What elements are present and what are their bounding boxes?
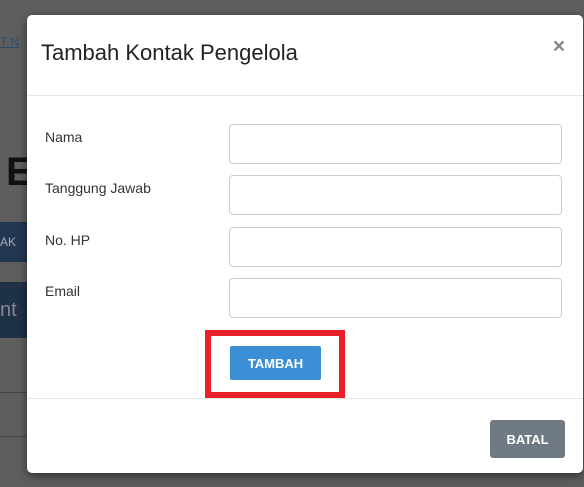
background-divider [0,392,28,393]
tambah-button[interactable]: TAMBAH [230,346,321,380]
nama-input[interactable] [229,124,562,164]
modal-header: Tambah Kontak Pengelola × [27,15,583,96]
form-row-no-hp: No. HP [45,227,565,267]
modal-footer: BATAL [27,398,583,473]
email-label: Email [45,283,81,299]
tanggung-jawab-input[interactable] [229,175,562,215]
background-link: T N [0,35,20,49]
no-hp-label: No. HP [45,232,91,248]
tanggung-jawab-label: Tanggung Jawab [45,180,151,196]
background-button: AK [0,222,28,262]
add-contact-modal: Tambah Kontak Pengelola × Nama Tanggung … [27,15,583,473]
no-hp-input[interactable] [229,227,562,267]
form-row-email: Email [45,278,565,318]
nama-label: Nama [45,129,83,145]
background-heading: E [6,150,28,194]
form-row-tanggung-jawab: Tanggung Jawab [45,175,565,215]
background-divider [0,436,28,437]
background-panel: nt [0,282,28,338]
email-input[interactable] [229,278,562,318]
close-icon[interactable]: × [549,36,569,57]
batal-button[interactable]: BATAL [490,420,565,458]
modal-title: Tambah Kontak Pengelola [41,40,298,65]
form-row-nama: Nama [45,124,565,164]
